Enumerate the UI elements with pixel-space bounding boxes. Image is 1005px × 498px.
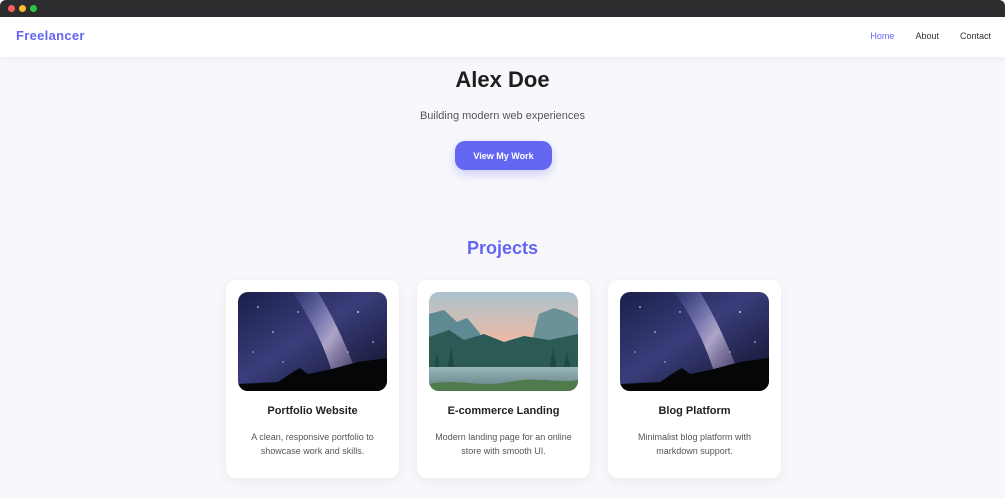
project-description: Modern landing page for an online store …	[435, 432, 572, 456]
brand-logo[interactable]: Freelancer	[16, 28, 85, 43]
window-titlebar	[0, 0, 1005, 17]
project-description: Minimalist blog platform with markdown s…	[637, 432, 752, 456]
nav-link-home[interactable]: Home	[870, 31, 894, 41]
project-card[interactable]: Blog Platform Minimalist blog platform w…	[608, 280, 781, 478]
hero-name: Alex Doe	[455, 67, 550, 92]
view-my-work-button[interactable]: View My Work	[455, 141, 552, 170]
nav-links: Home About Contact	[849, 31, 991, 41]
project-card[interactable]: E-commerce Landing Modern landing page f…	[417, 280, 590, 478]
hero-tagline: Building modern web experiences	[419, 110, 586, 122]
night-sky-image	[620, 292, 769, 391]
project-title: Portfolio Website	[267, 405, 358, 417]
nav-link-about[interactable]: About	[915, 31, 939, 41]
minimize-window-button[interactable]	[19, 5, 26, 12]
project-description: A clean, responsive portfolio to showcas…	[251, 432, 374, 456]
project-title: Blog Platform	[658, 405, 731, 417]
project-title: E-commerce Landing	[447, 405, 560, 417]
close-window-button[interactable]	[8, 5, 15, 12]
project-card[interactable]: Portfolio Website A clean, responsive po…	[226, 280, 399, 478]
night-sky-image	[238, 292, 387, 391]
navbar: Freelancer Home About Contact	[0, 17, 1005, 57]
maximize-window-button[interactable]	[30, 5, 37, 12]
mountain-valley-image	[429, 292, 578, 391]
projects-title: Projects	[466, 238, 539, 258]
nav-link-contact[interactable]: Contact	[960, 31, 991, 41]
